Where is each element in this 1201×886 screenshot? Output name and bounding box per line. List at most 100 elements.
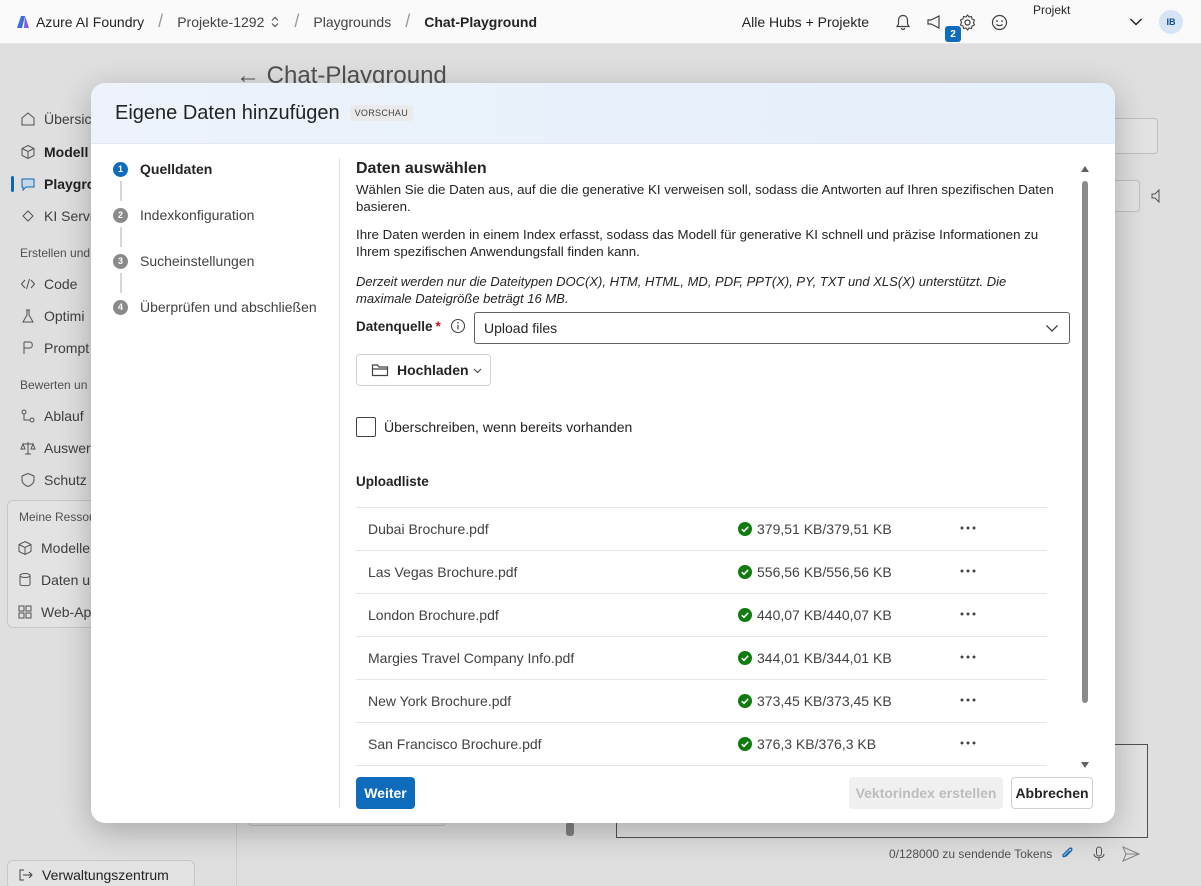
upload-list: Dubai Brochure.pdf 379,51 KB/379,51 KB L… [356, 507, 1047, 766]
more-options-icon[interactable] [958, 733, 978, 753]
step-label: Überprüfen und abschließen [140, 299, 317, 315]
breadcrumb-separator: / [158, 11, 164, 31]
checkmark-circle-icon [738, 608, 752, 622]
file-name: Margies Travel Company Info.pdf [368, 650, 575, 666]
chevron-down-icon [1046, 325, 1058, 332]
section-title: Daten auswählen [356, 160, 487, 177]
step-connector [120, 273, 122, 293]
upload-status: 440,07 KB/440,07 KB [738, 607, 892, 623]
step-review-finish[interactable]: 4 Überprüfen und abschließen [113, 299, 317, 315]
step-connector [120, 181, 122, 201]
upload-status: 344,01 KB/344,01 KB [738, 650, 892, 666]
step-number: 4 [113, 299, 128, 315]
step-index-config[interactable]: 2 Indexkonfiguration [113, 207, 254, 223]
azure-logo-icon [17, 15, 29, 28]
chevron-down-icon[interactable] [1129, 17, 1143, 27]
more-options-icon[interactable] [958, 690, 978, 710]
upload-status: 373,45 KB/373,45 KB [738, 693, 892, 709]
cancel-button[interactable]: Abbrechen [1011, 777, 1093, 809]
scrollbar-thumb[interactable] [1082, 181, 1088, 703]
dialog-header: Eigene Daten hinzufügen VORSCHAU [91, 83, 1115, 144]
datasource-value: Upload files [484, 320, 558, 336]
breadcrumb-separator: / [405, 11, 411, 31]
upload-status: 379,51 KB/379,51 KB [738, 521, 892, 537]
breadcrumb-current: Chat-Playground [424, 13, 537, 30]
file-size: 373,45 KB/373,45 KB [757, 693, 892, 709]
step-label: Indexkonfiguration [140, 207, 255, 223]
brand-name: Azure AI Foundry [36, 13, 145, 30]
top-bar: Azure AI Foundry / Projekte-1292 / Playg… [0, 0, 1201, 44]
list-item: New York Brochure.pdf 373,45 KB/373,45 K… [356, 680, 1047, 723]
step-number: 2 [113, 207, 128, 223]
more-options-icon[interactable] [958, 647, 978, 667]
gear-icon[interactable] [957, 12, 977, 32]
step-number: 1 [113, 161, 128, 177]
project-label: Projekt [1033, 3, 1071, 17]
scroll-up-arrow-icon[interactable] [1080, 165, 1090, 173]
step-connector [120, 227, 122, 247]
file-name: Dubai Brochure.pdf [368, 521, 489, 537]
datasource-label: Datenquelle * [356, 319, 441, 334]
list-item: Las Vegas Brochure.pdf 556,56 KB/556,56 … [356, 551, 1047, 594]
overwrite-checkbox[interactable] [356, 417, 376, 437]
next-button[interactable]: Weiter [356, 777, 415, 809]
file-name: London Brochure.pdf [368, 607, 499, 623]
file-name: New York Brochure.pdf [368, 693, 512, 709]
chevron-down-icon [473, 368, 481, 373]
upload-button[interactable]: Hochladen [356, 354, 491, 386]
checkmark-circle-icon [738, 651, 752, 665]
brand[interactable]: Azure AI Foundry [16, 14, 144, 30]
megaphone-icon[interactable]: 2 [925, 12, 961, 42]
list-item: London Brochure.pdf 440,07 KB/440,07 KB [356, 594, 1047, 637]
step-source-data[interactable]: 1 Quelldaten [113, 161, 212, 177]
step-label: Sucheinstellungen [140, 253, 255, 269]
file-size: 556,56 KB/556,56 KB [757, 564, 892, 580]
checkmark-circle-icon [738, 522, 752, 536]
step-search-settings[interactable]: 3 Sucheinstellungen [113, 253, 254, 269]
file-size: 379,51 KB/379,51 KB [757, 521, 892, 537]
list-item: San Francisco Brochure.pdf 376,3 KB/376,… [356, 723, 1047, 766]
dialog-title: Eigene Daten hinzufügen [115, 101, 340, 124]
breadcrumb-playgrounds[interactable]: Playgrounds [313, 14, 391, 30]
step-label: Quelldaten [140, 161, 213, 177]
more-options-icon[interactable] [958, 561, 978, 581]
create-vector-index-button[interactable]: Vektorindex erstellen [849, 777, 1003, 809]
info-icon[interactable] [450, 318, 466, 334]
scroll-down-arrow-icon[interactable] [1080, 761, 1090, 769]
smiley-icon[interactable] [989, 12, 1009, 32]
description-text: Ihre Daten werden in einem Index erfasst… [356, 227, 1039, 259]
breadcrumb-project[interactable]: Projekte-1292 [177, 14, 280, 30]
upload-button-label: Hochladen [397, 362, 469, 378]
datasource-label-text: Datenquelle [356, 319, 433, 334]
file-name: Las Vegas Brochure.pdf [368, 564, 518, 580]
add-data-dialog: Eigene Daten hinzufügen VORSCHAU 1 Quell… [91, 83, 1115, 823]
breadcrumb-separator: / [294, 11, 300, 31]
chevron-updown-icon [271, 16, 279, 27]
file-size: 344,01 KB/344,01 KB [757, 650, 892, 666]
datasource-select[interactable]: Upload files [474, 312, 1070, 344]
checkmark-circle-icon [738, 694, 752, 708]
upload-status: 376,3 KB/376,3 KB [738, 736, 876, 752]
step-number: 3 [113, 253, 128, 269]
list-item: Margies Travel Company Info.pdf 344,01 K… [356, 637, 1047, 680]
file-size: 440,07 KB/440,07 KB [757, 607, 892, 623]
checkmark-circle-icon [738, 737, 752, 751]
more-options-icon[interactable] [958, 604, 978, 624]
more-options-icon[interactable] [958, 518, 978, 538]
list-item: Dubai Brochure.pdf 379,51 KB/379,51 KB [356, 508, 1047, 551]
folder-icon [371, 364, 389, 377]
required-mark: * [435, 319, 441, 334]
description-text: Wählen Sie die Daten aus, auf die die ge… [356, 182, 1054, 214]
all-hubs-link[interactable]: Alle Hubs + Projekte [742, 14, 869, 30]
bell-icon[interactable] [893, 12, 913, 32]
file-types-note: Derzeit werden nur die Dateitypen DOC(X)… [356, 274, 1007, 306]
overwrite-label: Überschreiben, wenn bereits vorhanden [384, 419, 633, 435]
checkmark-circle-icon [738, 565, 752, 579]
breadcrumb-project-label: Projekte-1292 [177, 13, 265, 30]
upload-status: 556,56 KB/556,56 KB [738, 564, 892, 580]
preview-badge: VORSCHAU [349, 105, 414, 121]
file-name: San Francisco Brochure.pdf [368, 736, 542, 752]
vertical-divider [339, 158, 340, 808]
avatar[interactable]: IB [1159, 10, 1183, 34]
upload-list-title: Uploadliste [356, 474, 429, 489]
